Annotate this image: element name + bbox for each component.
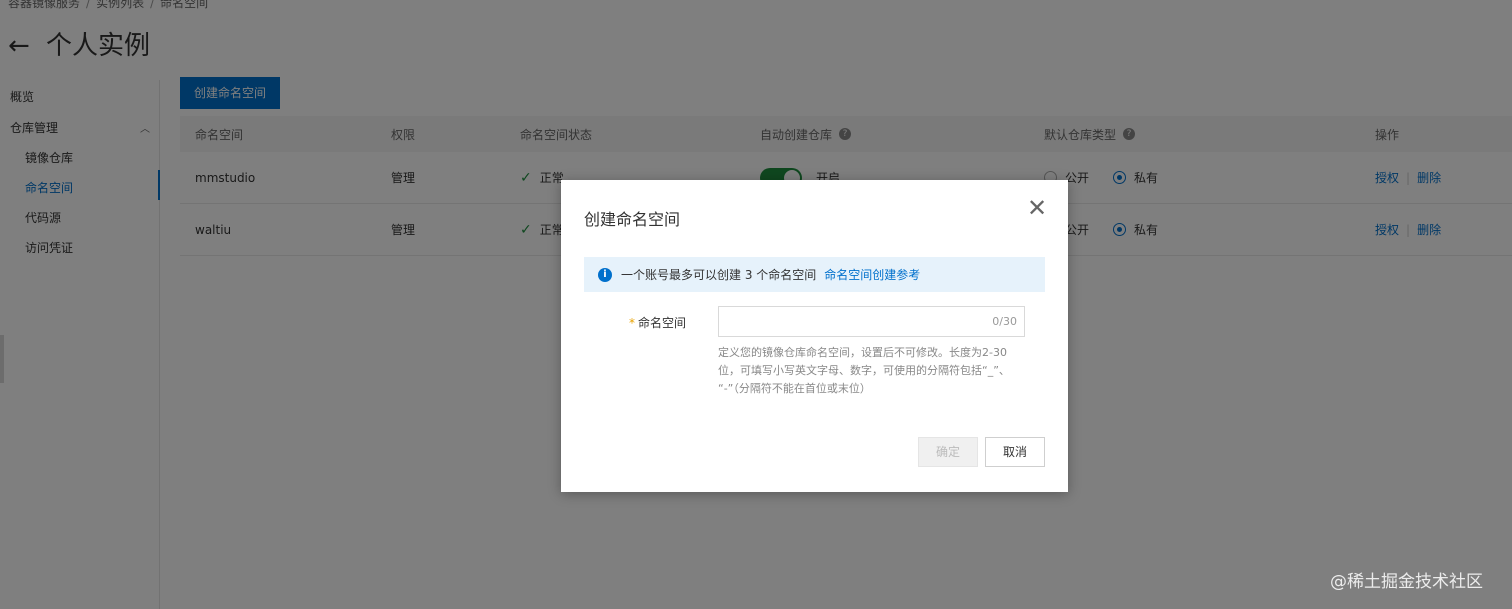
dialog-title: 创建命名空间 <box>584 210 681 229</box>
namespace-input[interactable]: 0/30 <box>718 306 1025 337</box>
character-counter: 0/30 <box>992 315 1017 328</box>
namespace-field-label: * 命名空间 <box>629 314 686 331</box>
info-text: 一个账号最多可以创建 3 个命名空间 <box>621 268 817 282</box>
watermark: @稀土掘金技术社区 <box>1330 572 1483 592</box>
help-text-line: 定义您的镜像仓库命名空间，设置后不可修改。长度为2-30 <box>718 346 1007 359</box>
confirm-button[interactable]: 确定 <box>918 437 978 467</box>
info-banner: i 一个账号最多可以创建 3 个命名空间 命名空间创建参考 <box>584 257 1045 292</box>
namespace-field-label-text: 命名空间 <box>638 316 687 330</box>
namespace-field-help: 定义您的镜像仓库命名空间，设置后不可修改。长度为2-30 位，可填写小写英文字母… <box>718 344 1028 398</box>
help-text-line: 位，可填写小写英文字母、数字，可使用的分隔符包括“_”、 <box>718 364 1010 377</box>
required-marker: * <box>629 316 635 330</box>
help-text-line: “-”（分隔符不能在首位或末位） <box>718 382 871 395</box>
namespace-reference-link[interactable]: 命名空间创建参考 <box>824 266 920 283</box>
info-icon: i <box>598 267 612 282</box>
cancel-button[interactable]: 取消 <box>985 437 1045 467</box>
create-namespace-dialog: 创建命名空间 ✕ i 一个账号最多可以创建 3 个命名空间 命名空间创建参考 *… <box>561 180 1068 492</box>
close-icon[interactable]: ✕ <box>1027 196 1047 220</box>
